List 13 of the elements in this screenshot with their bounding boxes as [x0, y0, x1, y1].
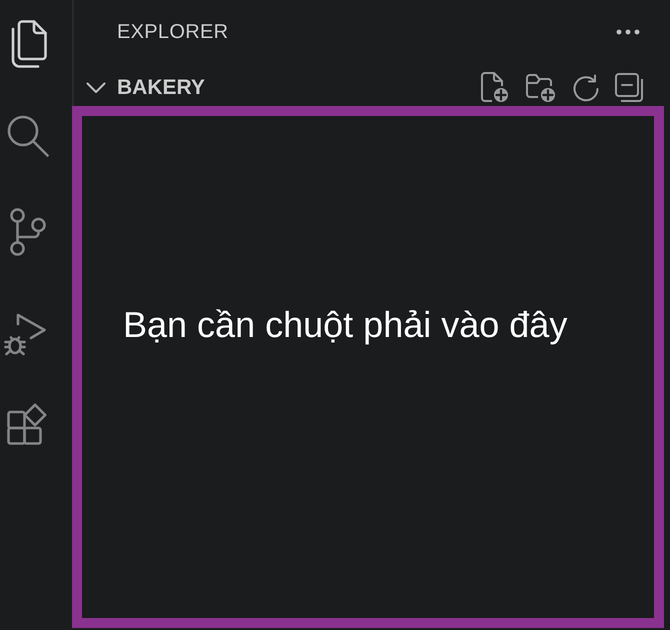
chevron-icon[interactable]: [86, 82, 106, 94]
search-icon[interactable]: [7, 115, 49, 157]
instruction-text: Bạn cần chuột phải vào đây: [123, 304, 568, 345]
folder-name: BAKERY: [117, 76, 206, 100]
new-file-icon[interactable]: [480, 72, 510, 104]
collapse-icon[interactable]: [615, 73, 645, 103]
branch-icon[interactable]: [10, 208, 46, 256]
new-folder-icon[interactable]: [525, 72, 557, 104]
refresh-icon[interactable]: [572, 74, 600, 102]
blocks-icon[interactable]: [7, 403, 49, 445]
more-icon[interactable]: [616, 29, 640, 35]
sidebar-title: EXPLORER: [117, 20, 230, 44]
bug-play-icon[interactable]: [4, 312, 46, 356]
